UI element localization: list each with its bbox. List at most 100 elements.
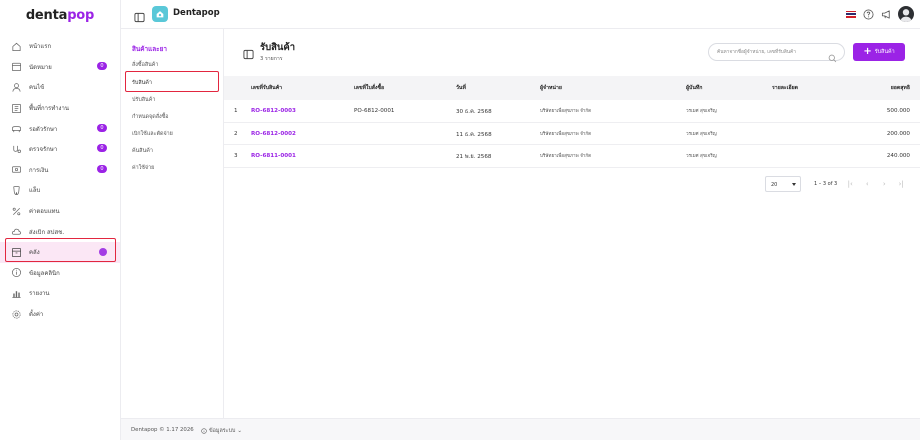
- first-page-icon[interactable]: |‹: [846, 180, 854, 188]
- sidebar-item-label: รอตัวรักษา: [29, 125, 58, 133]
- subnav-item-receive-goods[interactable]: รับสินค้า: [132, 79, 152, 87]
- col-header-detail[interactable]: รายละเอียด: [772, 84, 798, 92]
- pagination: 20 1 – 3 of 3 |‹ ‹ › ›|: [765, 175, 905, 193]
- cell-receipt[interactable]: RO-6811-0001: [251, 153, 296, 159]
- system-info-link[interactable]: ข้อมูลระบบ ⌄: [201, 427, 242, 435]
- app-root: denta pop หน้าแรก นัดหมาย 0 คนไข้ พื้นที่การท…: [0, 0, 920, 440]
- search-icon[interactable]: [828, 48, 837, 63]
- cell-date: 21 พ.ย. 2568: [456, 154, 492, 160]
- cell-supplier: บริษัทยาเพื่อสุขภาพ จำกัด: [540, 131, 592, 137]
- search-input[interactable]: [717, 47, 827, 58]
- count-badge: 0: [97, 165, 107, 174]
- cell-total: 240.000: [886, 153, 910, 159]
- cell-recorder: วรเมศ สุขเจริญ: [686, 154, 717, 159]
- sidebar-item-lab[interactable]: แล็บ: [0, 180, 120, 201]
- subnav-item-reorder-point[interactable]: กำหนดจุดสั่งซื้อ: [132, 113, 169, 121]
- cell-receipt[interactable]: RO-6812-0003: [251, 108, 296, 114]
- help-icon[interactable]: [862, 8, 874, 20]
- sidebar-item-treatment[interactable]: ตรวจรักษา 0: [0, 139, 120, 160]
- sidebar-item-home[interactable]: หน้าแรก: [0, 36, 120, 57]
- sidebar-nav: หน้าแรก นัดหมาย 0 คนไข้ พื้นที่การทำงาน รอตัว…: [0, 36, 120, 324]
- table-row[interactable]: 3 RO-6811-0001 21 พ.ย. 2568 บริษัทยาเพื่อสุ…: [224, 145, 920, 168]
- app-logo[interactable]: denta pop: [0, 0, 120, 30]
- finance-icon: [11, 164, 22, 175]
- clinic-name: Dentapop: [173, 8, 220, 18]
- cell-po: PO-6812-0001: [354, 108, 395, 114]
- sidebar-item-inventory[interactable]: คลัง: [0, 241, 120, 263]
- subnav-item-expenses[interactable]: ค่าใช้จ่าย: [132, 164, 154, 172]
- lab-icon: [11, 185, 22, 196]
- sidebar-item-label: ส่งเบิก สปสช.: [29, 228, 65, 236]
- panel-icon[interactable]: [243, 45, 254, 60]
- col-header-supplier[interactable]: ผู้จำหน่าย: [540, 84, 562, 92]
- main-sidebar: denta pop หน้าแรก นัดหมาย 0 คนไข้ พื้นที่การท…: [0, 0, 121, 440]
- search-box: [708, 43, 845, 63]
- chevron-down-icon: ⌄: [237, 428, 242, 434]
- sidebar-item-info[interactable]: ข้อมูลคลินิก: [0, 263, 120, 284]
- col-header-recorder[interactable]: ผู้บันทึก: [686, 84, 702, 92]
- report-icon: [11, 288, 22, 299]
- sidebar-item-workspace[interactable]: พื้นที่การทำงาน: [0, 98, 120, 119]
- sidebar-item-label: รายงาน: [29, 290, 50, 298]
- sidebar-item-percent[interactable]: ค่าตอบแทน: [0, 201, 120, 222]
- info-icon: [201, 428, 207, 434]
- subnav-item-adjust-goods[interactable]: ปรับสินค้า: [132, 96, 155, 104]
- cell-recorder: วรเมศ สุขเจริญ: [686, 109, 717, 114]
- plus-icon: +: [863, 45, 872, 57]
- workspace-icon: [11, 103, 22, 114]
- sidebar-item-label: ตรวจรักษา: [29, 146, 58, 154]
- sidebar-item-label: ตั้งค่า: [29, 311, 44, 319]
- col-header-date[interactable]: วันที่: [456, 84, 466, 92]
- sidebar-toggle-icon[interactable]: [134, 8, 145, 23]
- top-bar-actions: [846, 6, 914, 22]
- col-header-po-no[interactable]: เลขที่ใบสั่งซื้อ: [354, 84, 384, 92]
- sidebar-item-label: การเงิน: [29, 166, 49, 174]
- count-badge: 0: [97, 123, 107, 132]
- sidebar-item-label: นัดหมาย: [29, 63, 52, 71]
- cell-no: 1: [234, 108, 238, 114]
- sidebar-item-cloud[interactable]: ส่งเบิก สปสช.: [0, 221, 120, 242]
- col-header-total[interactable]: ยอดสุทธิ: [891, 84, 910, 92]
- top-bar: Dentapop: [121, 0, 920, 29]
- next-page-icon[interactable]: ›: [880, 180, 888, 188]
- last-page-icon[interactable]: ›|: [897, 180, 905, 188]
- cell-date: 30 ธ.ค. 2568: [456, 109, 492, 115]
- prev-page-icon[interactable]: ‹: [863, 180, 871, 188]
- inventory-icon: [11, 247, 22, 258]
- subnav-item-search-goods[interactable]: ค้นสินค้า: [132, 147, 153, 155]
- sidebar-item-label: ข้อมูลคลินิก: [29, 269, 60, 277]
- rows-per-page-value: 20: [771, 182, 778, 188]
- treatment-icon: [11, 144, 22, 155]
- cell-supplier: บริษัทยาเพื่อสุขภาพ จำกัด: [540, 154, 592, 159]
- subnav-item-withdraw[interactable]: เบิกใช้และตัดจ่าย: [132, 130, 173, 138]
- sidebar-item-label: คลัง: [29, 249, 40, 257]
- cell-recorder: วรเมศ สุขเจริญ: [686, 131, 717, 137]
- user-avatar[interactable]: [898, 6, 914, 22]
- page-header: รับสินค้า 3 รายการ + รับสินค้า: [224, 29, 920, 76]
- active-dot: [99, 247, 107, 256]
- announcement-icon[interactable]: [880, 8, 892, 20]
- sidebar-item-label: ค่าตอบแทน: [29, 208, 60, 216]
- sidebar-item-calendar[interactable]: นัดหมาย 0: [0, 57, 120, 78]
- rows-per-page-select[interactable]: 20: [765, 176, 801, 192]
- home-icon: [11, 41, 22, 52]
- sidebar-item-finance[interactable]: การเงิน 0: [0, 160, 120, 181]
- sidebar-item-settings[interactable]: ตั้งค่า: [0, 304, 120, 325]
- inventory-subnav: สินค้าและยา สั่งซื้อสินค้า รับสินค้า ปรั…: [121, 0, 224, 440]
- user-icon: [11, 82, 22, 93]
- sidebar-item-user[interactable]: คนไข้: [0, 77, 120, 98]
- thai-flag-icon[interactable]: [846, 10, 856, 18]
- sidebar-item-report[interactable]: รายงาน: [0, 283, 120, 304]
- subnav-item-purchase-order[interactable]: สั่งซื้อสินค้า: [132, 61, 158, 69]
- sidebar-item-label: หน้าแรก: [29, 43, 52, 51]
- page-title: รับสินค้า: [260, 42, 296, 53]
- cell-no: 2: [234, 130, 238, 137]
- col-header-receipt-no[interactable]: เลขที่รับสินค้า: [251, 84, 282, 92]
- cell-receipt[interactable]: RO-6812-0002: [251, 131, 296, 137]
- add-receipt-button[interactable]: + รับสินค้า: [853, 43, 905, 61]
- table-row[interactable]: 1 RO-6812-0003 PO-6812-0001 30 ธ.ค. 2568 บริ…: [224, 100, 920, 123]
- cell-total: 500.000: [886, 108, 910, 114]
- cell-no: 3: [234, 153, 238, 159]
- sidebar-item-waiting[interactable]: รอตัวรักษา 0: [0, 118, 120, 139]
- table-row[interactable]: 2 RO-6812-0002 11 ธ.ค. 2568 บริษัทยาเพื่อสุ…: [224, 123, 920, 145]
